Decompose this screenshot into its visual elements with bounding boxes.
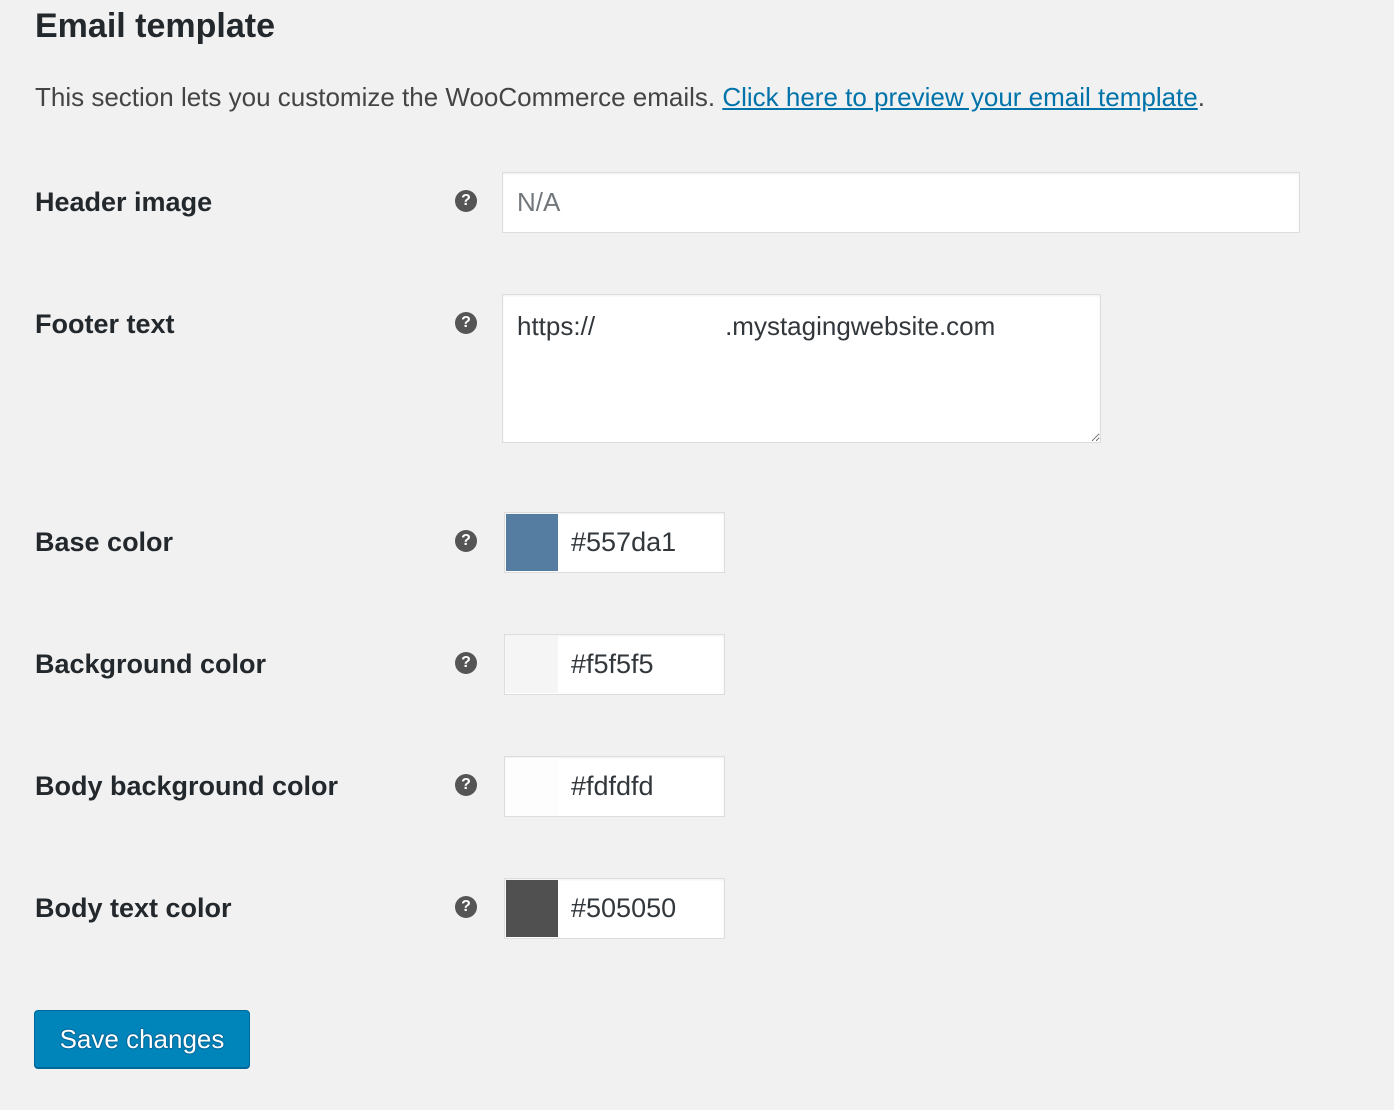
body-text-color-field bbox=[504, 878, 725, 939]
header-image-label: Header image bbox=[35, 187, 213, 217]
base-color-field bbox=[504, 512, 725, 573]
background-color-label: Background color bbox=[35, 649, 267, 679]
save-changes-button[interactable]: Save changes bbox=[34, 1010, 250, 1068]
question-circle-icon[interactable]: ? bbox=[455, 896, 477, 918]
header-image-input[interactable] bbox=[502, 172, 1300, 233]
body-text-color-swatch[interactable] bbox=[506, 880, 558, 937]
intro-text: This section lets you customize the WooC… bbox=[35, 82, 723, 112]
body-text-color-label: Body text color bbox=[35, 893, 232, 923]
background-color-swatch[interactable] bbox=[506, 636, 558, 693]
question-circle-icon[interactable]: ? bbox=[455, 774, 477, 796]
body-background-color-field bbox=[504, 756, 725, 817]
question-circle-icon[interactable]: ? bbox=[455, 652, 477, 674]
body-background-color-swatch[interactable] bbox=[506, 758, 558, 815]
section-description: This section lets you customize the WooC… bbox=[35, 80, 1205, 114]
intro-end: . bbox=[1197, 82, 1205, 112]
body-background-color-input[interactable] bbox=[559, 757, 724, 816]
background-color-field bbox=[504, 634, 725, 695]
preview-email-link[interactable]: Click here to preview your email templat… bbox=[722, 82, 1197, 112]
section-title: Email template bbox=[35, 7, 275, 45]
background-color-input[interactable] bbox=[559, 635, 724, 694]
question-circle-icon[interactable]: ? bbox=[455, 530, 477, 552]
email-template-settings: Email template This section lets you cus… bbox=[0, 0, 1394, 1110]
footer-text-textarea[interactable]: https:// .mystagingwebsite.com bbox=[502, 294, 1101, 443]
question-circle-icon[interactable]: ? bbox=[455, 190, 477, 212]
base-color-label: Base color bbox=[35, 527, 174, 557]
question-circle-icon[interactable]: ? bbox=[455, 312, 477, 334]
body-background-color-label: Body background color bbox=[35, 771, 339, 801]
body-text-color-input[interactable] bbox=[559, 879, 724, 938]
footer-text-label: Footer text bbox=[35, 309, 175, 339]
base-color-swatch[interactable] bbox=[506, 514, 558, 571]
base-color-input[interactable] bbox=[559, 513, 724, 572]
